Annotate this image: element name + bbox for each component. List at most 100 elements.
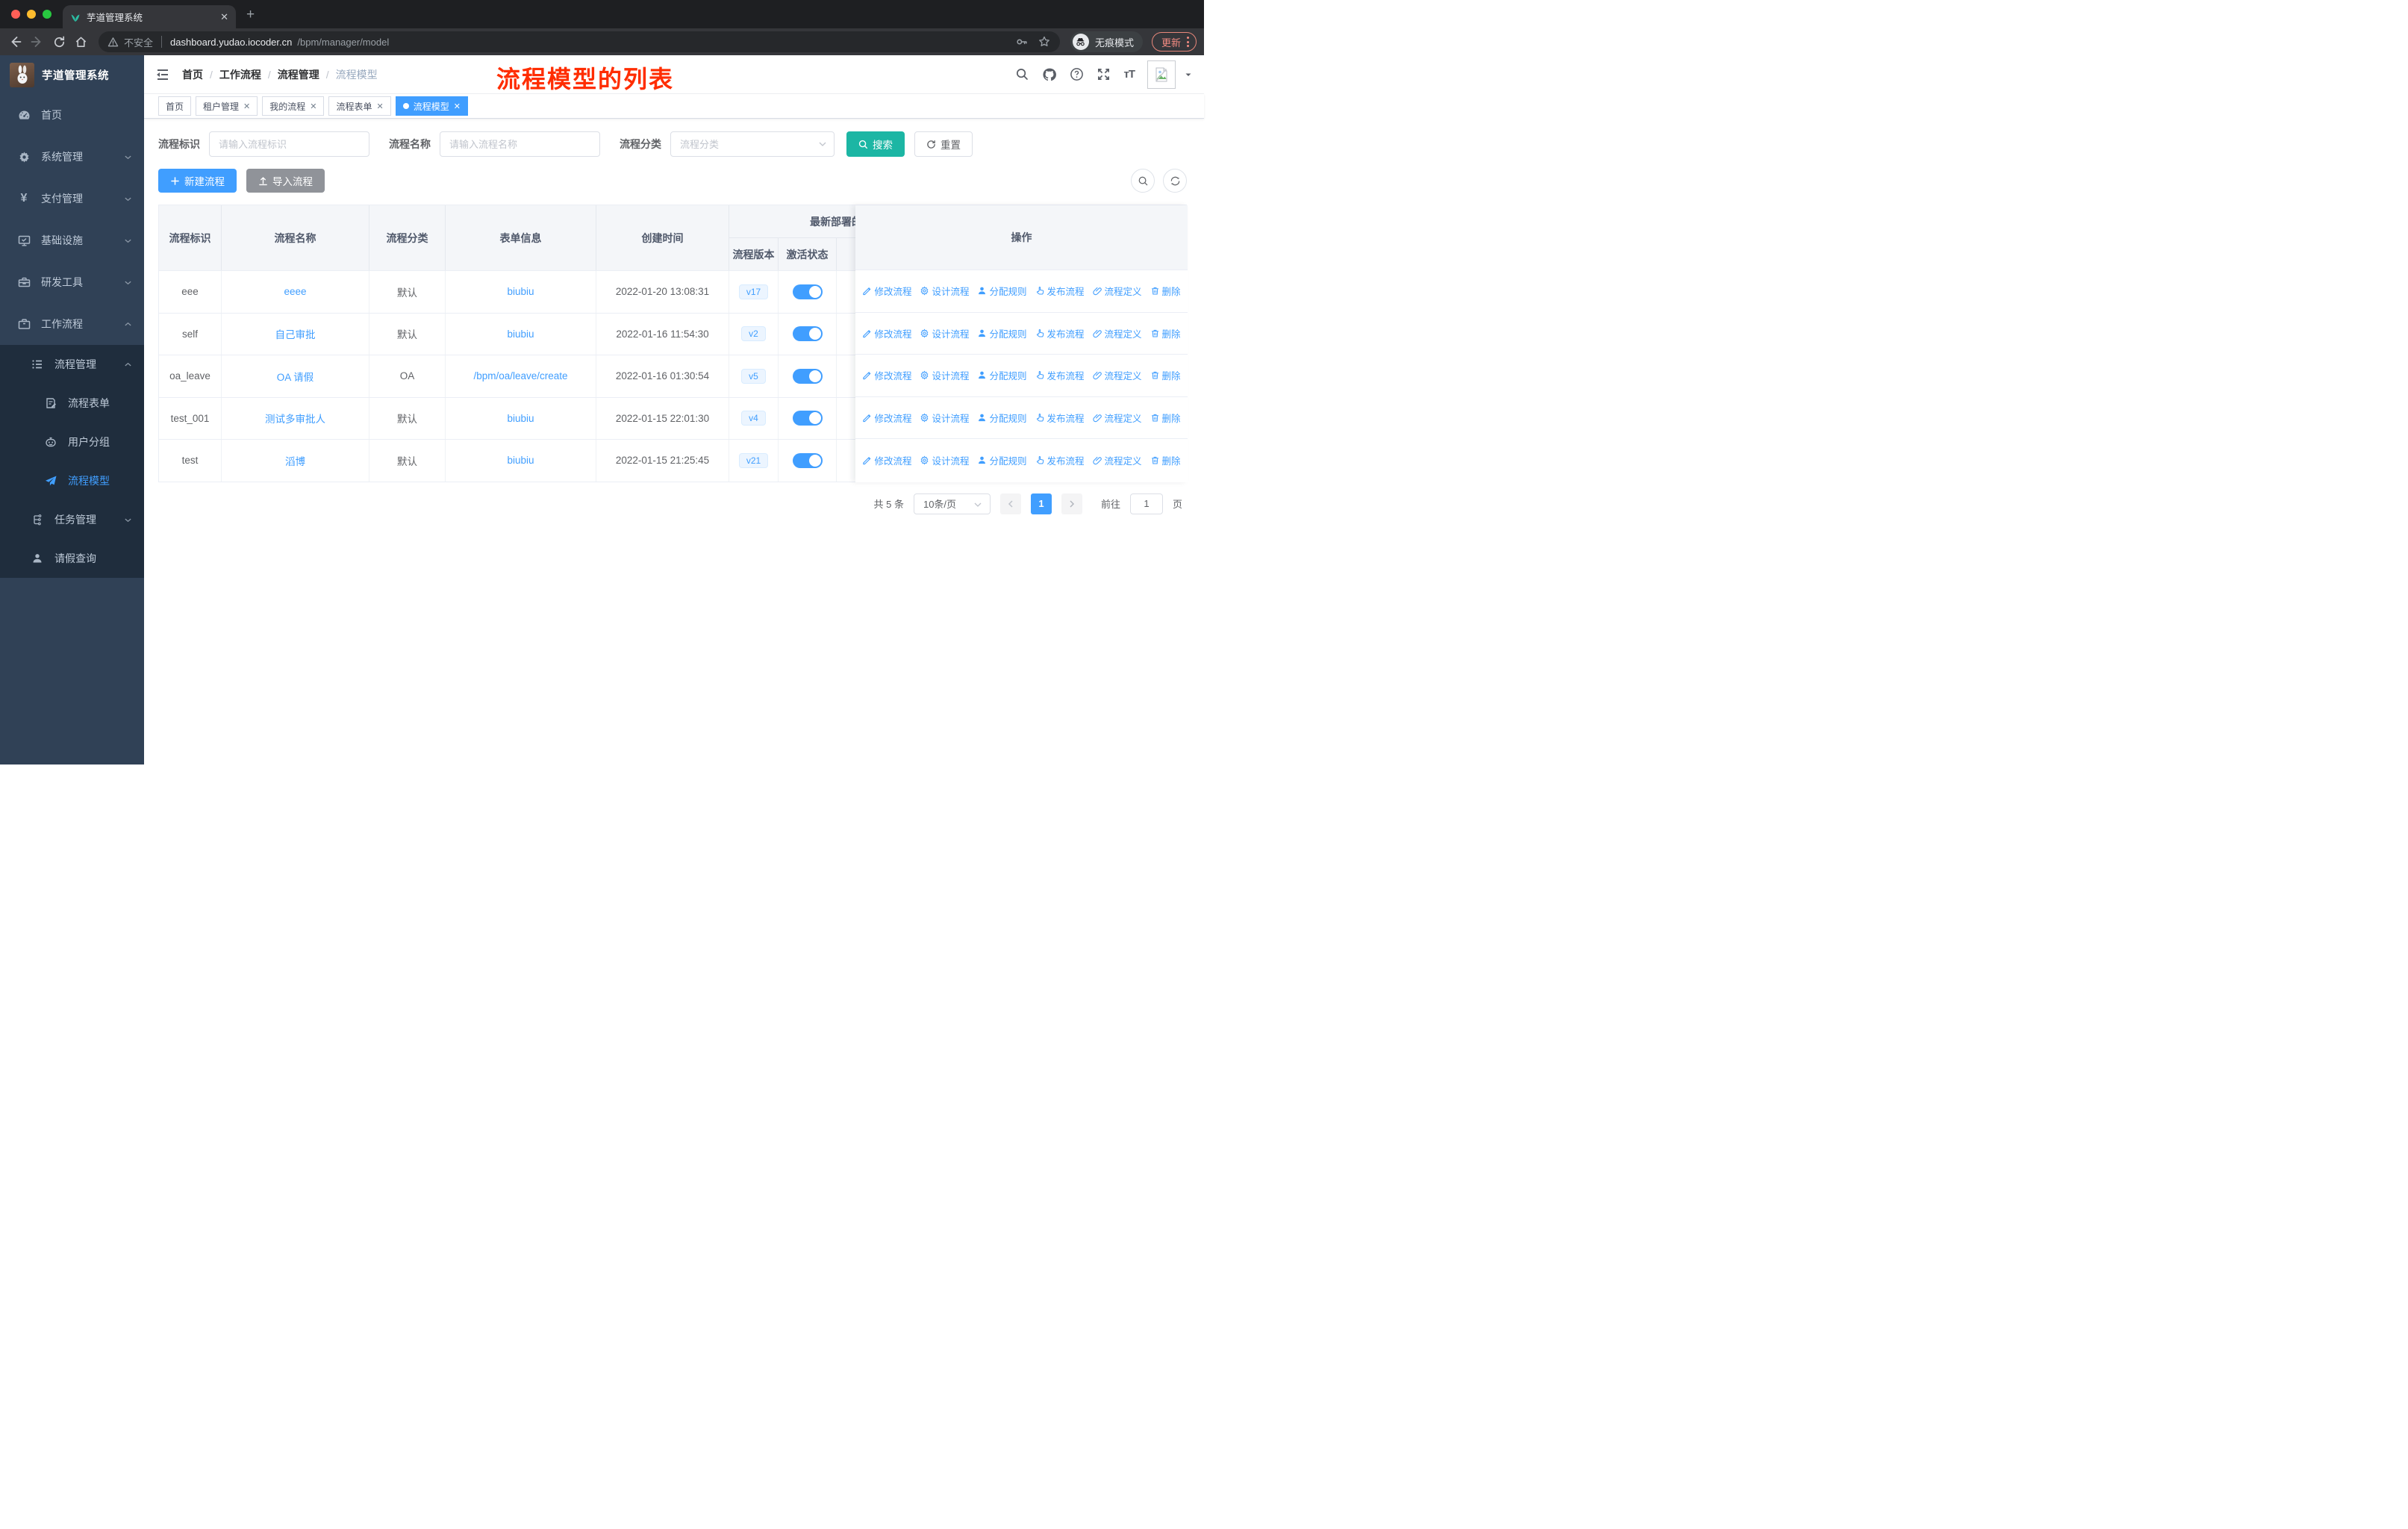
sidebar-collapse-icon[interactable]: [155, 67, 170, 82]
sidebar-item-devtools[interactable]: 研发工具: [0, 261, 144, 303]
publish-process-link[interactable]: 发布流程: [1035, 284, 1085, 298]
import-process-button[interactable]: 导入流程: [246, 169, 325, 193]
next-page-button[interactable]: [1061, 493, 1082, 514]
password-key-icon[interactable]: [1015, 35, 1029, 49]
search-button[interactable]: 搜索: [846, 131, 905, 157]
tab-close-icon[interactable]: ✕: [220, 11, 228, 23]
design-process-link[interactable]: 设计流程: [920, 284, 969, 298]
form-link[interactable]: biubiu: [507, 328, 534, 340]
close-window-button[interactable]: [11, 10, 20, 19]
active-toggle[interactable]: [792, 411, 823, 426]
assign-rule-link[interactable]: 分配规则: [977, 453, 1027, 467]
assign-rule-link[interactable]: 分配规则: [977, 411, 1027, 425]
github-icon[interactable]: [1042, 67, 1057, 82]
new-tab-button[interactable]: +: [246, 7, 255, 23]
assign-rule-link[interactable]: 分配规则: [977, 326, 1027, 340]
breadcrumb-home[interactable]: 首页: [182, 67, 203, 82]
delete-link[interactable]: 删除: [1150, 284, 1181, 298]
version-badge[interactable]: v2: [741, 326, 766, 342]
process-definition-link[interactable]: 流程定义: [1092, 284, 1142, 298]
bookmark-star-icon[interactable]: [1038, 35, 1051, 49]
sidebar-item-leave-query[interactable]: 请假查询: [0, 539, 144, 578]
process-definition-link[interactable]: 流程定义: [1092, 368, 1142, 382]
sidebar-item-process-form[interactable]: 流程表单: [0, 384, 144, 423]
design-process-link[interactable]: 设计流程: [920, 453, 969, 467]
refresh-table-button[interactable]: [1163, 169, 1187, 193]
modify-process-link[interactable]: 修改流程: [862, 453, 911, 467]
assign-rule-link[interactable]: 分配规则: [977, 368, 1027, 382]
model-name-link[interactable]: 测试多审批人: [265, 411, 325, 426]
modify-process-link[interactable]: 修改流程: [862, 284, 911, 298]
search-icon[interactable]: [1015, 67, 1029, 81]
tag-my-process[interactable]: 我的流程 ✕: [262, 96, 325, 116]
active-toggle[interactable]: [792, 452, 823, 468]
form-link[interactable]: biubiu: [507, 413, 534, 424]
tag-close-icon[interactable]: ✕: [454, 102, 461, 111]
tag-close-icon[interactable]: ✕: [243, 102, 250, 111]
prev-page-button[interactable]: [999, 493, 1021, 514]
modify-process-link[interactable]: 修改流程: [862, 326, 911, 340]
user-avatar[interactable]: [1147, 60, 1176, 89]
back-icon[interactable]: [7, 34, 22, 49]
help-icon[interactable]: [1070, 67, 1084, 81]
modify-process-link[interactable]: 修改流程: [862, 368, 911, 382]
reload-icon[interactable]: [52, 35, 66, 49]
form-link[interactable]: biubiu: [507, 286, 534, 297]
design-process-link[interactable]: 设计流程: [920, 368, 969, 382]
sidebar-item-pay[interactable]: ¥ 支付管理: [0, 178, 144, 219]
create-process-button[interactable]: 新建流程: [158, 169, 237, 193]
zoom-window-button[interactable]: [43, 10, 52, 19]
fullscreen-icon[interactable]: [1097, 67, 1111, 81]
page-size-select[interactable]: 10条/页: [913, 493, 991, 514]
filter-name-input[interactable]: [440, 131, 600, 157]
model-name-link[interactable]: 滔博: [285, 453, 305, 468]
tag-close-icon[interactable]: ✕: [310, 102, 316, 111]
version-badge[interactable]: v21: [738, 452, 769, 468]
toggle-search-button[interactable]: [1131, 169, 1155, 193]
tag-close-icon[interactable]: ✕: [377, 102, 384, 111]
sidebar-item-task-mgmt[interactable]: 任务管理: [0, 500, 144, 539]
model-name-link[interactable]: 自己审批: [275, 326, 316, 341]
current-page[interactable]: 1: [1030, 493, 1052, 514]
process-definition-link[interactable]: 流程定义: [1092, 411, 1142, 425]
delete-link[interactable]: 删除: [1150, 411, 1181, 425]
font-size-icon[interactable]: ᴛT: [1123, 68, 1135, 81]
active-toggle[interactable]: [792, 326, 823, 342]
home-icon[interactable]: [74, 35, 88, 49]
active-toggle[interactable]: [792, 284, 823, 299]
minimize-window-button[interactable]: [27, 10, 36, 19]
assign-rule-link[interactable]: 分配规则: [977, 284, 1027, 298]
publish-process-link[interactable]: 发布流程: [1035, 411, 1085, 425]
version-badge[interactable]: v17: [738, 284, 769, 299]
publish-process-link[interactable]: 发布流程: [1035, 326, 1085, 340]
process-definition-link[interactable]: 流程定义: [1092, 453, 1142, 467]
design-process-link[interactable]: 设计流程: [920, 411, 969, 425]
sidebar-item-process-mgmt[interactable]: 流程管理: [0, 345, 144, 384]
delete-link[interactable]: 删除: [1150, 368, 1181, 382]
tag-process-form[interactable]: 流程表单 ✕: [328, 96, 391, 116]
form-link[interactable]: /bpm/oa/leave/create: [473, 370, 567, 382]
modify-process-link[interactable]: 修改流程: [862, 411, 911, 425]
form-link[interactable]: biubiu: [507, 455, 534, 466]
model-name-link[interactable]: eeee: [284, 286, 306, 297]
tag-process-model[interactable]: 流程模型 ✕: [395, 96, 468, 116]
forward-icon[interactable]: [30, 34, 45, 49]
delete-link[interactable]: 删除: [1150, 326, 1181, 340]
app-logo[interactable]: 芋道管理系统: [0, 55, 144, 94]
version-badge[interactable]: v5: [741, 368, 766, 384]
breadcrumb-workflow[interactable]: 工作流程: [219, 67, 261, 82]
sidebar-item-user-group[interactable]: 用户分组: [0, 423, 144, 461]
macos-traffic-lights[interactable]: [11, 10, 52, 19]
publish-process-link[interactable]: 发布流程: [1035, 368, 1085, 382]
tag-home[interactable]: 首页: [158, 96, 192, 116]
sidebar-item-workflow[interactable]: 工作流程: [0, 303, 144, 345]
active-toggle[interactable]: [792, 368, 823, 384]
browser-menu-icon[interactable]: [1187, 37, 1189, 47]
design-process-link[interactable]: 设计流程: [920, 326, 969, 340]
delete-link[interactable]: 删除: [1150, 453, 1181, 467]
sidebar-item-system[interactable]: 系统管理: [0, 136, 144, 178]
filter-key-input[interactable]: [209, 131, 369, 157]
chrome-update-button[interactable]: 更新: [1151, 32, 1197, 52]
version-badge[interactable]: v4: [741, 411, 766, 426]
sidebar-item-home[interactable]: 首页: [0, 94, 144, 136]
